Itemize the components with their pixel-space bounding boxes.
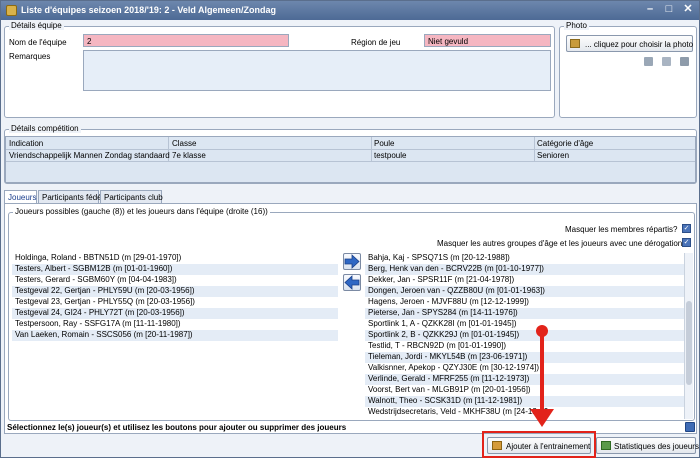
arrow-right-icon: [344, 254, 360, 269]
team-players-list: Bahja, Kaj - SPSQ71S (m [20-12-1988]) Ber…: [365, 253, 684, 419]
tab-participants-fede[interactable]: Participants fédé: [38, 190, 102, 203]
app-window: Liste d'équipes seizoen 2018/'19: 2 - Ve…: [0, 0, 700, 458]
table-cell[interactable]: testpoule: [374, 151, 406, 160]
team-player-row[interactable]: Valkisnner, Apekop - QZYJ30E (m [30-12-1…: [365, 363, 684, 374]
available-player-row[interactable]: Testgeval 23, Gertjan - PHLY55Q (m [20-0…: [12, 297, 338, 308]
team-player-row[interactable]: Dekker, Jan - SPSR11F (m [21-04-1978]): [365, 275, 684, 286]
photo-label: Photo: [564, 21, 589, 30]
region-label: Région de jeu: [351, 38, 401, 47]
remarks-textarea[interactable]: [83, 50, 551, 91]
column-header[interactable]: Indication: [9, 139, 43, 148]
available-player-row[interactable]: Testgeval 22, Gertjan - PHLY59U (m [20-0…: [12, 286, 338, 297]
choose-photo-button[interactable]: ... cliquez pour choisir la photo: [566, 35, 693, 52]
competition-group: Détails compétition Indication Classe Po…: [4, 124, 697, 184]
window-title: Liste d'équipes seizoen 2018/'19: 2 - Ve…: [21, 5, 277, 15]
team-player-row[interactable]: Voorst, Bert van - MLGB91P (m [20-01-195…: [365, 385, 684, 396]
remarks-label: Remarques: [9, 52, 51, 61]
table-cell[interactable]: Senioren: [537, 151, 569, 160]
annotation-arrow-head: [530, 409, 554, 427]
add-player-button[interactable]: [343, 253, 361, 270]
header-divider: [6, 149, 695, 150]
team-player-row[interactable]: Sportlink 2, B - QZKK29J (m [01-01-1945]…: [365, 330, 684, 341]
available-player-row[interactable]: Testers, Albert - SGBM12B (m [01-01-1960…: [12, 264, 338, 275]
arrow-left-icon: [344, 275, 360, 290]
team-player-row[interactable]: Dongen, Jeroen van - QZZB80U (m [01-01-1…: [365, 286, 684, 297]
table-cell[interactable]: 7e klasse: [172, 151, 206, 160]
column-divider: [534, 137, 535, 161]
competition-label: Détails compétition: [9, 124, 81, 133]
hide-distributed-checkbox[interactable]: ✓: [682, 224, 691, 233]
scrollbar[interactable]: [684, 253, 693, 419]
team-player-row[interactable]: Berg, Henk van den - BCRV22B (m [01-10-1…: [365, 264, 684, 275]
region-input[interactable]: Niet gevuld: [424, 34, 551, 47]
status-message: Sélectionnez le(s) joueur(s) et utilisez…: [7, 423, 347, 432]
available-player-row[interactable]: Holdinga, Roland - BBTN51D (m [29-01-197…: [12, 253, 338, 264]
available-player-row[interactable]: Testpersoon, Ray - SSFG17A (m [11-11-198…: [12, 319, 338, 330]
competition-table: Indication Classe Poule Catégorie d'âge …: [5, 136, 696, 183]
team-player-row[interactable]: Wedstrijdsecretaris, Veld - MKHF38U (m […: [365, 407, 684, 418]
export-icon[interactable]: [644, 57, 653, 66]
photo-icon: [570, 39, 580, 48]
team-details-group: Détails équipe Nom de l'équipe 2 Région …: [4, 21, 555, 118]
team-player-row[interactable]: Hagens, Jeroen - MJVF88U (m [12-12-1999]…: [365, 297, 684, 308]
stats-icon: [601, 441, 611, 450]
team-player-row[interactable]: Walnott, Theo - SCSK31D (m [11-12-1981]): [365, 396, 684, 407]
table-cell[interactable]: Vriendschappelijk Mannen Zondag standaar…: [9, 151, 170, 160]
app-icon: [6, 5, 17, 16]
available-players-list: Holdinga, Roland - BBTN51D (m [29-01-197…: [12, 253, 338, 419]
title-bar: Liste d'équipes seizoen 2018/'19: 2 - Ve…: [1, 1, 699, 20]
photo-group: Photo ... cliquez pour choisir la photo: [559, 21, 697, 118]
team-player-row[interactable]: Sportlink 1, A - QZKK28I (m [01-01-1945]…: [365, 319, 684, 330]
row-divider: [6, 161, 695, 162]
minimize-button[interactable]: –: [641, 3, 659, 17]
remove-player-button[interactable]: [343, 274, 361, 291]
highlight-box: [482, 431, 596, 458]
players-group: Joueurs possibles (gauche (8)) et les jo…: [8, 207, 695, 421]
scrollbar-thumb[interactable]: [686, 301, 692, 385]
players-tab-panel: Joueurs possibles (gauche (8)) et les jo…: [4, 203, 697, 434]
save-photo-icon[interactable]: [680, 57, 689, 66]
available-player-row[interactable]: Testgeval 24, GI24 - PHLY72T (m [20-03-1…: [12, 308, 338, 319]
team-player-row[interactable]: Tieleman, Jordi - MKYL54B (m [23-06-1971…: [365, 352, 684, 363]
column-header[interactable]: Poule: [374, 139, 394, 148]
team-player-row[interactable]: Bahja, Kaj - SPSQ71S (m [20-12-1988]): [365, 253, 684, 264]
annotation-arrow-shaft: [540, 331, 544, 413]
column-header[interactable]: Classe: [172, 139, 196, 148]
hide-distributed-label: Masquer les membres répartis?: [565, 225, 678, 234]
hide-other-groups-checkbox[interactable]: ✓: [682, 238, 691, 247]
players-group-label: Joueurs possibles (gauche (8)) et les jo…: [13, 207, 270, 216]
team-name-input[interactable]: 2: [83, 34, 289, 47]
close-button[interactable]: ✕: [679, 3, 697, 17]
team-name-label: Nom de l'équipe: [9, 38, 67, 47]
delete-icon[interactable]: [662, 57, 671, 66]
available-player-row[interactable]: Van Laeken, Romain - SSCS056 (m [20-11-1…: [12, 330, 338, 341]
maximize-button[interactable]: □: [660, 3, 678, 17]
column-header[interactable]: Catégorie d'âge: [537, 139, 593, 148]
hide-other-groups-label: Masquer les autres groupes d'âge et les …: [437, 239, 687, 248]
team-player-row[interactable]: Testlid, T - RBCN92D (m [01-01-1990]): [365, 341, 684, 352]
player-stats-button[interactable]: Statistiques des joueurs: [596, 437, 699, 454]
team-details-label: Détails équipe: [9, 21, 64, 30]
available-player-row[interactable]: Testers, Gerard - SGBM60Y (m [04-04-1983…: [12, 275, 338, 286]
column-divider: [371, 137, 372, 161]
save-icon[interactable]: [685, 422, 695, 432]
tab-joueurs[interactable]: Joueurs: [4, 190, 37, 204]
team-player-row[interactable]: Verlinde, Gerald - MFRF255 (m [11-12-197…: [365, 374, 684, 385]
tab-participants-club[interactable]: Participants club: [100, 190, 163, 203]
team-player-row[interactable]: Pieterse, Jan - SPYS284 (m [14-11-1976]): [365, 308, 684, 319]
